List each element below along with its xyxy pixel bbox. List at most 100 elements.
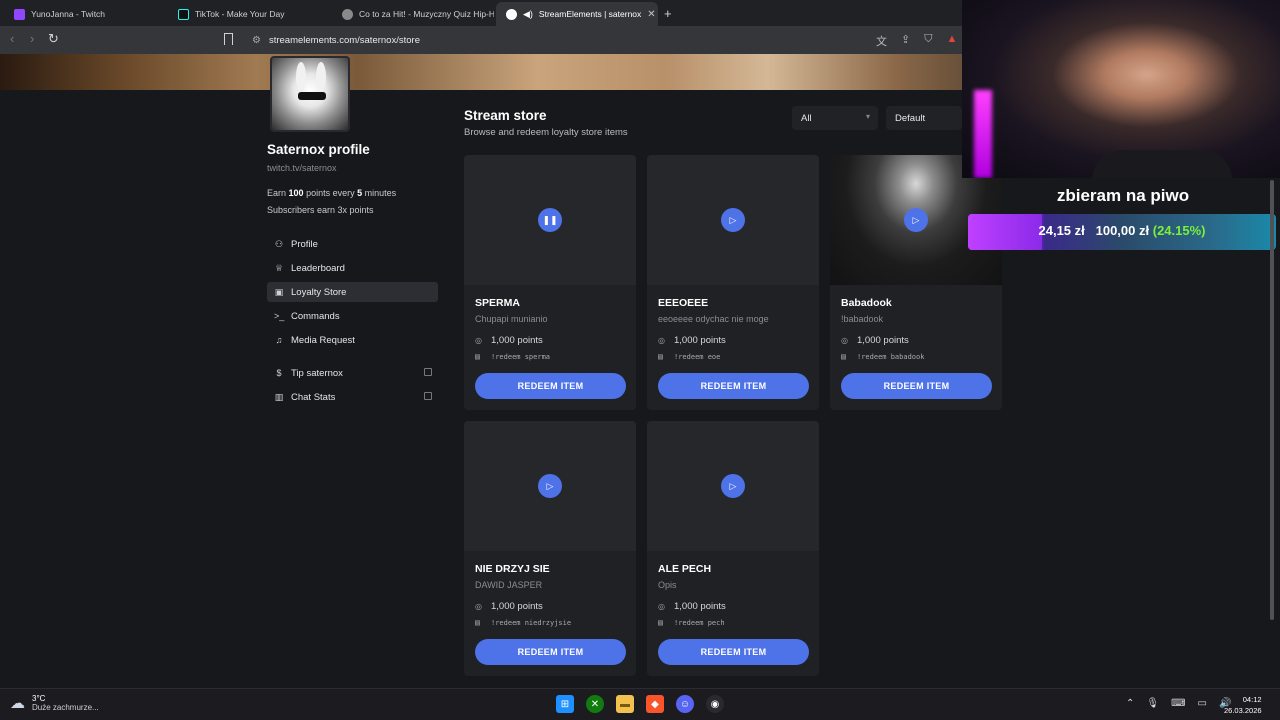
xbox-icon[interactable]: ✕ xyxy=(586,695,604,713)
page-scrollbar[interactable] xyxy=(1268,180,1276,630)
points-icon: ◎ xyxy=(475,602,482,611)
brave-shield-icon[interactable]: ⛉ xyxy=(924,33,932,49)
avatar xyxy=(270,56,350,132)
new-tab-button[interactable]: + xyxy=(664,6,672,21)
clock[interactable]: 04:12 26.03.2026 xyxy=(1224,694,1262,716)
user-icon: ⚇ xyxy=(274,238,284,249)
external-link-icon xyxy=(424,392,432,400)
webcam-overlay xyxy=(962,0,1280,178)
share-icon[interactable]: ⇪ xyxy=(901,33,910,49)
streamelements-icon xyxy=(506,8,517,20)
sort-select[interactable]: Default xyxy=(886,106,962,130)
store-title: Stream store xyxy=(464,108,547,123)
external-link-icon xyxy=(424,368,432,376)
tab-streamelements[interactable]: ◀) StreamElements | saternox ✕ xyxy=(496,2,658,26)
channel-link[interactable]: twitch.tv/saternox xyxy=(267,163,337,173)
redeem-button[interactable]: REDEEM ITEM xyxy=(658,373,809,399)
site-settings-icon[interactable]: ⚙ xyxy=(252,35,261,46)
store-icon: ▣ xyxy=(274,286,284,297)
play-icon[interactable]: ▷ xyxy=(721,208,745,232)
sidebar-item-commands[interactable]: >_ Commands xyxy=(267,306,438,326)
forward-button[interactable]: › xyxy=(30,31,34,46)
item-points: ◎ 1,000 points xyxy=(475,335,543,346)
taskbar-apps: ⊞ ✕ ▬ ◆ ☺ ◉ xyxy=(556,695,724,713)
sidebar-item-tip[interactable]: $ Tip saternox xyxy=(267,363,438,383)
windows-start-icon[interactable]: ⊞ xyxy=(556,695,574,713)
item-description: !babadook xyxy=(841,314,884,324)
item-command: ▤ !redeem niedrzyjsie xyxy=(475,618,572,627)
tab-tiktok[interactable]: TikTok - Make Your Day xyxy=(168,2,332,26)
redeem-button[interactable]: REDEEM ITEM xyxy=(475,373,626,399)
terminal-icon: >_ xyxy=(274,311,285,321)
item-name: SPERMA xyxy=(475,297,520,309)
sidebar-item-loyalty-store[interactable]: ▣ Loyalty Store xyxy=(267,282,438,302)
redeem-button[interactable]: REDEEM ITEM xyxy=(475,639,626,665)
filter-select[interactable]: All ▾ xyxy=(792,106,878,130)
item-name: NIE DRZYJ SIE xyxy=(475,563,550,575)
donation-title: zbieram na piwo xyxy=(1056,186,1190,205)
chevron-down-icon: ▾ xyxy=(865,112,870,121)
sidebar-item-profile[interactable]: ⚇ Profile xyxy=(267,234,438,254)
points-icon: ◎ xyxy=(658,602,665,611)
tab-twitch[interactable]: YunoJanna - Twitch xyxy=(4,2,168,26)
keyboard-icon[interactable]: ⌨ xyxy=(1171,698,1185,709)
address-bar[interactable]: ⚙ streamelements.com/saternox/store xyxy=(244,29,964,51)
twitch-icon xyxy=(14,8,25,20)
close-tab-icon[interactable]: ✕ xyxy=(647,9,655,20)
play-icon[interactable]: ▷ xyxy=(904,208,928,232)
item-command: ▤ !redeem pech xyxy=(658,618,725,627)
play-icon[interactable]: ▷ xyxy=(721,474,745,498)
sidebar-item-media-request[interactable]: ♫ Media Request xyxy=(267,330,438,350)
bookmark-icon[interactable] xyxy=(224,33,233,45)
discord-icon[interactable]: ☺ xyxy=(676,695,694,713)
tab-title: YunoJanna - Twitch xyxy=(31,9,106,19)
translate-icon[interactable]: 文 xyxy=(876,33,887,49)
brave-icon[interactable]: ◆ xyxy=(646,695,664,713)
chat-icon: ▤ xyxy=(475,618,480,627)
chat-icon: ▤ xyxy=(658,352,663,361)
file-explorer-icon[interactable]: ▬ xyxy=(616,695,634,713)
points-icon: ◎ xyxy=(475,336,482,345)
redeem-button[interactable]: REDEEM ITEM xyxy=(841,373,992,399)
trophy-icon: ♕ xyxy=(274,262,284,273)
globe-icon xyxy=(342,8,353,20)
sidebar-item-chat-stats[interactable]: ▥ Chat Stats xyxy=(267,387,438,407)
cloud-icon: ☁ xyxy=(10,695,25,712)
item-name: ALE PECH xyxy=(658,563,712,575)
item-points: ◎ 1,000 points xyxy=(475,601,543,612)
chevron-up-icon[interactable]: ⌃ xyxy=(1126,698,1134,709)
item-points: ◎ 1,000 points xyxy=(658,335,726,346)
reload-button[interactable]: ↻ xyxy=(48,31,59,47)
store-item-card: ▷ EEEOEEE eeoeeee odychac nie moge ◎ 1,00… xyxy=(647,155,819,410)
earn-rate: Earn 100 points every 5 minutes xyxy=(267,188,397,198)
points-icon: ◎ xyxy=(841,336,848,345)
item-name: Babadook xyxy=(841,297,892,309)
tab-title: Co to za Hit! - Muzyczny Quiz Hip-Ho xyxy=(359,9,494,19)
tiktok-icon xyxy=(178,8,189,20)
music-icon: ♫ xyxy=(275,335,283,345)
tab-title: StreamElements | saternox xyxy=(538,9,642,19)
microphone-icon[interactable]: 🎙 xyxy=(1146,698,1159,709)
url-text: streamelements.com/saternox/store xyxy=(268,34,420,46)
store-item-card: ▷ NIE DRZYJ SIE DAWID JASPER ◎ 1,000 poin… xyxy=(464,421,636,676)
donation-goal-widget: zbieram na piwo 24,15 zł 100,00 zł (24.1… xyxy=(968,178,1278,254)
brave-rewards-icon[interactable]: ▲ xyxy=(946,33,957,49)
tab-quiz[interactable]: Co to za Hit! - Muzyczny Quiz Hip-Ho xyxy=(332,2,494,26)
item-description: Opis xyxy=(658,580,677,590)
sidebar-item-leaderboard[interactable]: ♕ Leaderboard xyxy=(267,258,438,278)
redeem-button[interactable]: REDEEM ITEM xyxy=(658,639,809,665)
obs-icon[interactable]: ◉ xyxy=(706,695,724,713)
store-item-card: ▷ ALE PECH Opis ◎ 1,000 points ▤ !redeem p… xyxy=(647,421,819,676)
play-icon[interactable]: ▷ xyxy=(538,474,562,498)
dollar-icon: $ xyxy=(276,368,282,378)
weather-widget[interactable]: ☁ 3°C Duże zachmurze... xyxy=(10,694,99,712)
monitor-icon[interactable]: ▭ xyxy=(1198,698,1207,709)
points-icon: ◎ xyxy=(658,336,665,345)
profile-title: Saternox profile xyxy=(267,142,370,157)
back-button[interactable]: ‹ xyxy=(10,31,14,46)
system-tray: ⌃ 🎙 ⌨ ▭ 🔊 xyxy=(1126,698,1231,709)
chat-icon: ▤ xyxy=(658,618,663,627)
item-description: eeoeeee odychac nie moge xyxy=(658,314,769,324)
pause-icon[interactable]: ❚❚ xyxy=(538,208,562,232)
chat-icon: ▤ xyxy=(841,352,846,361)
